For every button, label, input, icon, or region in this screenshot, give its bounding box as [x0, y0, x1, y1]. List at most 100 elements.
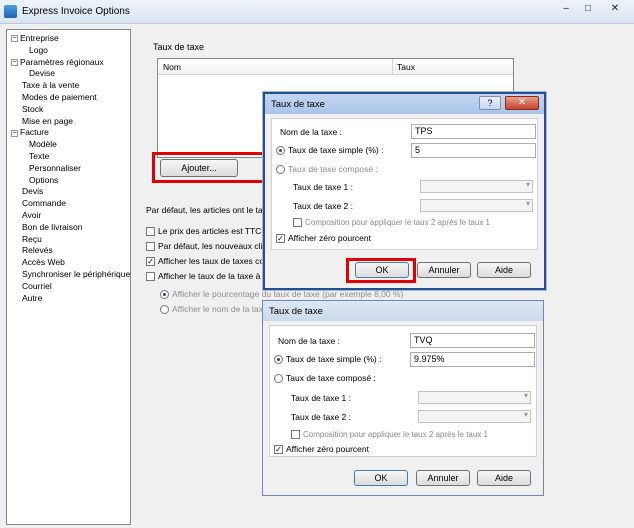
- show-zero-checkbox[interactable]: ✓: [274, 445, 283, 455]
- compound-rate-option[interactable]: Taux de taxe composé :: [274, 373, 376, 384]
- tree-expander-icon[interactable]: −: [11, 35, 18, 43]
- add-tax-button[interactable]: Ajouter...: [160, 159, 238, 177]
- simple-rate-input[interactable]: 9.975%: [410, 352, 535, 367]
- tree-item[interactable]: Commande: [22, 198, 66, 209]
- tree-item-label: Logo: [29, 44, 48, 55]
- tree-item[interactable]: Modes de paiement: [22, 92, 97, 103]
- simple-rate-radio[interactable]: [276, 146, 285, 156]
- tax-name-input[interactable]: TPS: [411, 124, 536, 139]
- composition-checkbox[interactable]: [293, 218, 302, 228]
- tree-expander-icon[interactable]: −: [11, 58, 18, 66]
- tree-item-label: Devis: [22, 186, 44, 197]
- tree-item[interactable]: Courriel: [22, 281, 52, 292]
- simple-rate-option[interactable]: Taux de taxe simple (%) :: [276, 145, 383, 156]
- tree-item[interactable]: Accès Web: [22, 257, 65, 268]
- option-radio[interactable]: [160, 305, 169, 315]
- tree-item[interactable]: − Entreprise: [11, 33, 59, 44]
- tree-item-label: Stock: [22, 103, 44, 114]
- tree-item-label: Mise en page: [22, 115, 74, 126]
- dialog-close-button[interactable]: ✕: [505, 96, 539, 110]
- column-taux[interactable]: Taux: [397, 62, 415, 72]
- rate2-select[interactable]: [420, 199, 533, 212]
- compound-rate-radio[interactable]: [276, 165, 285, 175]
- tax-rate-dialog-tvq: Taux de taxe Nom de la taxe : TVQ Taux d…: [262, 300, 544, 496]
- rate2-label: Taux de taxe 2 :: [293, 201, 354, 211]
- tree-item[interactable]: − Facture: [11, 127, 49, 138]
- simple-rate-option[interactable]: Taux de taxe simple (%) :: [274, 354, 381, 365]
- tree-item[interactable]: Devise: [29, 68, 55, 79]
- tree-item[interactable]: Taxe à la vente: [22, 80, 79, 91]
- option-radio-row[interactable]: Afficher le nom de la taxe: [160, 304, 268, 315]
- option-checkbox[interactable]: [146, 227, 155, 237]
- tree-item[interactable]: Avoir: [22, 210, 41, 221]
- tree-item-label: Facture: [20, 127, 49, 138]
- close-button[interactable]: ✕: [600, 2, 630, 16]
- options-tree[interactable]: − Entreprise Logo − Paramètres régionaux Devi…: [6, 29, 131, 525]
- tax-rates-group-label: Taux de taxe: [153, 42, 205, 52]
- tree-item[interactable]: Relevés: [22, 245, 53, 256]
- tree-item[interactable]: Modèle: [29, 139, 57, 150]
- dialog-help-icon[interactable]: ?: [479, 96, 501, 110]
- tree-item-label: Avoir: [22, 210, 42, 220]
- simple-rate-radio[interactable]: [274, 355, 283, 365]
- tree-item[interactable]: Logo: [29, 45, 48, 56]
- tree-item-label: Autre: [22, 292, 43, 303]
- simple-rate-input[interactable]: 5: [411, 143, 536, 158]
- compound-rate-radio[interactable]: [274, 374, 283, 384]
- dialog-ok-button[interactable]: OK: [355, 262, 409, 278]
- dialog-titlebar: Taux de taxe ? ✕: [265, 94, 544, 114]
- tree-item[interactable]: Bon de livraison: [22, 222, 82, 233]
- dialog-help-button[interactable]: Aide: [477, 262, 531, 278]
- tree-item-label: Synchroniser le périphérique: [22, 269, 131, 279]
- option-radio-row[interactable]: Afficher le pourcentage du taux de taxe …: [160, 289, 403, 300]
- list-header: Nom Taux: [158, 59, 513, 75]
- option-checkbox-row[interactable]: ✓ Afficher les taux de taxes cor: [146, 256, 267, 267]
- tree-item[interactable]: Options: [29, 175, 58, 186]
- rate1-select[interactable]: [418, 391, 531, 404]
- tree-item[interactable]: Personnaliser: [29, 163, 81, 174]
- dialog2-help-button[interactable]: Aide: [477, 470, 531, 486]
- rate2-select[interactable]: [418, 410, 531, 423]
- tree-expander-icon[interactable]: −: [11, 129, 18, 137]
- dialog2-titlebar: Taux de taxe: [263, 301, 543, 321]
- composition-option[interactable]: Composition pour appliquer le taux 2 apr…: [291, 430, 488, 440]
- option-checkbox[interactable]: ✓: [146, 257, 155, 267]
- maximize-button[interactable]: □: [578, 2, 598, 16]
- dialog-cancel-button[interactable]: Annuler: [417, 262, 471, 278]
- option-label: Afficher le nom de la taxe: [172, 304, 268, 314]
- tree-item[interactable]: Stock: [22, 104, 43, 115]
- rate1-label: Taux de taxe 1 :: [293, 182, 354, 192]
- tree-item-label: Reçu: [22, 233, 42, 244]
- composition-option[interactable]: Composition pour appliquer le taux 2 apr…: [293, 218, 490, 228]
- tree-item[interactable]: Synchroniser le périphérique: [22, 269, 130, 280]
- tree-item-label: Paramètres régionaux: [20, 56, 104, 67]
- option-checkbox-row[interactable]: Le prix des articles est TTC (t: [146, 226, 269, 237]
- tree-item[interactable]: Mise en page: [22, 116, 73, 127]
- option-radio[interactable]: [160, 290, 169, 300]
- compound-rate-option[interactable]: Taux de taxe composé :: [276, 164, 378, 175]
- tree-item-label: Personnaliser: [29, 162, 81, 173]
- tree-item[interactable]: Autre: [22, 293, 42, 304]
- show-zero-option[interactable]: ✓ Afficher zéro pourcent: [276, 233, 371, 244]
- rate1-label: Taux de taxe 1 :: [291, 393, 352, 403]
- tree-item[interactable]: − Paramètres régionaux: [11, 57, 104, 68]
- option-checkbox-row[interactable]: Par défaut, les nouveaux clie: [146, 241, 267, 252]
- minimize-button[interactable]: –: [556, 2, 576, 16]
- option-checkbox[interactable]: [146, 272, 155, 282]
- dialog2-ok-button[interactable]: OK: [354, 470, 408, 486]
- option-checkbox-row[interactable]: Afficher le taux de la taxe à la: [146, 271, 270, 282]
- tree-item-label: Modèle: [29, 139, 57, 150]
- tree-item[interactable]: Devis: [22, 186, 43, 197]
- dialog2-cancel-button[interactable]: Annuler: [416, 470, 470, 486]
- rate1-select[interactable]: [420, 180, 533, 193]
- tree-item[interactable]: Reçu: [22, 234, 42, 245]
- tree-item-label: Accès Web: [22, 257, 65, 268]
- column-nom[interactable]: Nom: [163, 62, 181, 72]
- show-zero-checkbox[interactable]: ✓: [276, 234, 285, 244]
- tax-name-input[interactable]: TVQ: [410, 333, 535, 348]
- tree-item[interactable]: Texte: [29, 151, 49, 162]
- show-zero-option[interactable]: ✓ Afficher zéro pourcent: [274, 444, 369, 455]
- composition-checkbox[interactable]: [291, 430, 300, 440]
- option-checkbox[interactable]: [146, 242, 155, 252]
- option-label: Afficher le taux de la taxe à la: [158, 271, 270, 281]
